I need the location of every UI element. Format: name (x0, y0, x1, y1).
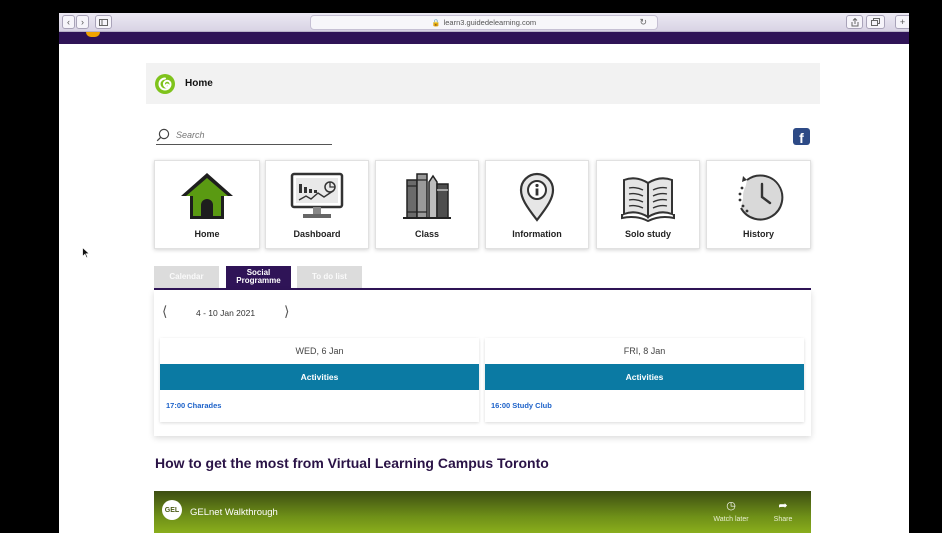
next-week-button[interactable]: ⟩ (284, 303, 289, 320)
search-input[interactable] (176, 129, 316, 140)
day-column: WED, 6 Jan Activities 17:00 Charades (160, 338, 479, 422)
tab-label: Social Programme (236, 267, 281, 285)
reload-icon[interactable]: ↻ (639, 17, 647, 28)
search-icon[interactable] (156, 128, 170, 142)
tile-label: Solo study (624, 229, 671, 239)
event-link[interactable]: 17:00 Charades (160, 390, 479, 410)
chevron-right-icon: › (81, 17, 84, 27)
channel-avatar[interactable]: GEL (162, 500, 182, 520)
mouse-pointer-icon (82, 247, 90, 259)
house-icon (181, 173, 233, 219)
activities-bar: Activities (160, 364, 479, 390)
site-top-bar (59, 32, 909, 44)
tab-label: Calendar (169, 271, 204, 281)
event-link[interactable]: 16:00 Study Club (485, 390, 804, 410)
tab-social-programme[interactable]: Social Programme (226, 266, 291, 288)
tile-history[interactable]: History (706, 160, 811, 249)
back-button[interactable]: ‹ (62, 15, 75, 29)
watch-later-button[interactable]: ◷ Watch later (711, 500, 751, 523)
tile-solo-study[interactable]: Solo study (596, 160, 700, 249)
clock-icon: ◷ (726, 500, 736, 512)
previous-week-button[interactable]: ⟨ (162, 303, 167, 320)
day-date: FRI, 8 Jan (623, 346, 666, 356)
day-column: FRI, 8 Jan Activities 16:00 Study Club (485, 338, 804, 422)
tile-information[interactable]: Information (485, 160, 589, 249)
tile-class[interactable]: Class (375, 160, 479, 249)
browser-window: ‹ › 🔒 learn3.guidedelearning.com ↻ + Hom… (59, 13, 909, 533)
open-book-icon (621, 177, 675, 222)
gel-logo-icon (155, 73, 175, 94)
week-range: 4 - 10 Jan 2021 (196, 308, 256, 318)
share-button[interactable]: ➦ Share (763, 500, 803, 523)
tab-calendar[interactable]: Calendar (154, 266, 219, 288)
share-page-button[interactable] (846, 15, 863, 29)
new-tab-button[interactable]: + (895, 15, 909, 29)
page-title: Home (185, 78, 213, 89)
tabs-icon (871, 18, 880, 26)
tile-label: Dashboard (293, 229, 341, 239)
sidebar-icon (99, 18, 108, 26)
share-arrow-icon: ➦ (778, 500, 788, 512)
books-icon (403, 173, 451, 219)
share-label: Share (773, 516, 793, 523)
tile-home[interactable]: Home (154, 160, 260, 249)
plus-icon: + (899, 17, 906, 27)
tab-to-do-list[interactable]: To do list (297, 266, 362, 288)
forward-button[interactable]: › (76, 15, 89, 29)
day-date: WED, 6 Jan (295, 346, 344, 356)
monitor-chart-icon (290, 172, 344, 218)
chevron-left-icon: ‹ (67, 17, 70, 27)
tab-label: To do list (312, 271, 347, 281)
url-text: learn3.guidedelearning.com (443, 18, 537, 27)
page-header: Home (146, 63, 820, 104)
info-pin-icon (519, 172, 555, 222)
tile-label: Class (414, 229, 440, 239)
video-title[interactable]: GELnet Walkthrough (190, 507, 278, 518)
section-heading: How to get the most from Virtual Learnin… (155, 455, 549, 471)
watch-later-label: Watch later (713, 516, 749, 523)
share-icon (851, 17, 858, 26)
social-programme-panel: ⟨ 4 - 10 Jan 2021 ⟩ WED, 6 Jan Activitie… (154, 290, 811, 436)
facebook-icon[interactable]: f (793, 128, 810, 145)
clock-history-icon (738, 174, 783, 221)
sidebar-button[interactable] (95, 15, 112, 29)
tile-label: History (742, 229, 774, 239)
lock-icon: 🔒 (431, 19, 441, 27)
tile-dashboard[interactable]: Dashboard (265, 160, 369, 249)
activities-bar: Activities (485, 364, 804, 390)
tabs-overview-button[interactable] (866, 15, 885, 29)
tile-label: Information (512, 229, 562, 239)
video-player[interactable]: GEL GELnet Walkthrough ◷ Watch later ➦ S… (154, 491, 811, 533)
tile-label: Home (194, 229, 220, 239)
search-bar (156, 125, 332, 145)
browser-toolbar: ‹ › 🔒 learn3.guidedelearning.com ↻ + (59, 13, 909, 32)
site-logo-fragment (86, 32, 100, 37)
address-bar[interactable]: 🔒 learn3.guidedelearning.com ↻ (310, 15, 658, 30)
